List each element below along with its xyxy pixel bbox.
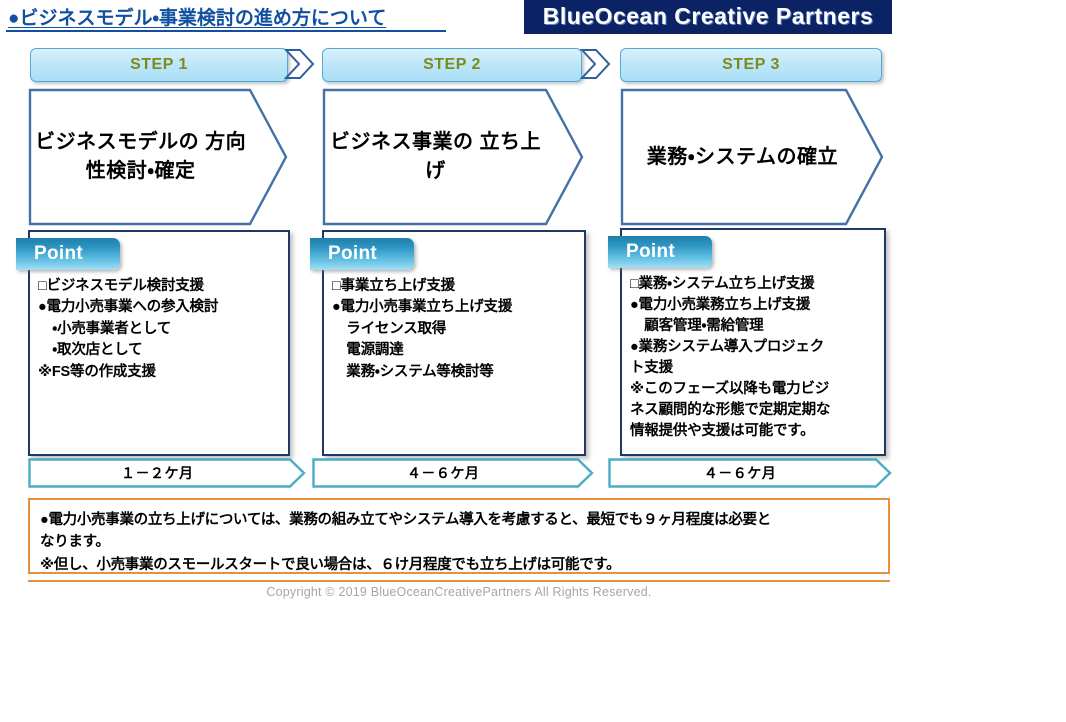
point-body-2: □事業立ち上げ支援 ●電力小売事業立ち上げ支援 ライセンス取得 電源調達 業務・… xyxy=(332,278,513,380)
duration-pentagon-icon-2 xyxy=(312,458,594,488)
point-body-1: □ビジネスモデル検討支援 ●電力小売事業への参入検討 ・小売事業者として ・取次… xyxy=(38,278,219,380)
pentagon-arrow-icon-2 xyxy=(322,88,584,226)
step-header-2[interactable]: STEP 2 xyxy=(322,48,582,82)
brand-logo-text: BlueOcean Creative Partners xyxy=(542,3,874,29)
step-header-1[interactable]: STEP 1 xyxy=(30,48,288,82)
point-badge-1: Point xyxy=(16,238,120,270)
point-box-3: Point □業務・システム立ち上げ支援 ●電力小売業務立ち上げ支援 顧客管理・… xyxy=(608,228,886,456)
brand-logo: BlueOcean Creative Partners xyxy=(524,0,892,34)
point-box-1: Point □ビジネスモデル検討支援 ●電力小売事業への参入検討 ・小売事業者と… xyxy=(16,230,290,456)
title-bar: ●ビジネスモデル・事業検討の進め方について BlueOcean Creative… xyxy=(0,0,1066,34)
point-body-3: □業務・システム立ち上げ支援 ●電力小売業務立ち上げ支援 顧客管理・需給管理 ●… xyxy=(630,276,831,440)
phase-box-1[interactable]: ビジネスモデルの 方向性検討・確定 xyxy=(28,88,290,226)
phase-box-3[interactable]: 業務・システムの確立 xyxy=(620,88,886,226)
step-arrow-icon-2 xyxy=(579,47,616,81)
step-arrow-icon-1 xyxy=(283,47,320,81)
duration-pentagon-icon-3 xyxy=(608,458,892,488)
duration-bar-3: ４－６ケ月 xyxy=(608,458,892,488)
summary-note-text: ●電力小売事業の立ち上げについては、業務の組み立てやシステム導入を考慮すると、最… xyxy=(40,512,771,573)
step-header-3[interactable]: STEP 3 xyxy=(620,48,882,82)
point-badge-3: Point xyxy=(608,236,712,268)
title-underline-rule xyxy=(6,30,446,32)
point-box-2: Point □事業立ち上げ支援 ●電力小売事業立ち上げ支援 ライセンス取得 電源… xyxy=(310,230,586,456)
page-title: ●ビジネスモデル・事業検討の進め方について xyxy=(8,8,387,29)
copyright-text: Copyright © 2019 BlueOceanCreativePartne… xyxy=(266,585,652,599)
point-badge-2: Point xyxy=(310,238,414,270)
duration-bar-1: １－２ケ月 xyxy=(28,458,306,488)
pentagon-arrow-icon-1 xyxy=(28,88,288,226)
duration-bar-2: ４－６ケ月 xyxy=(312,458,594,488)
phase-box-2[interactable]: ビジネス事業の 立ち上げ xyxy=(322,88,586,226)
summary-note-box: ●電力小売事業の立ち上げについては、業務の組み立てやシステム導入を考慮すると、最… xyxy=(28,498,890,574)
duration-pentagon-icon-1 xyxy=(28,458,306,488)
pentagon-arrow-icon-3 xyxy=(620,88,884,226)
footer-divider xyxy=(28,580,890,582)
